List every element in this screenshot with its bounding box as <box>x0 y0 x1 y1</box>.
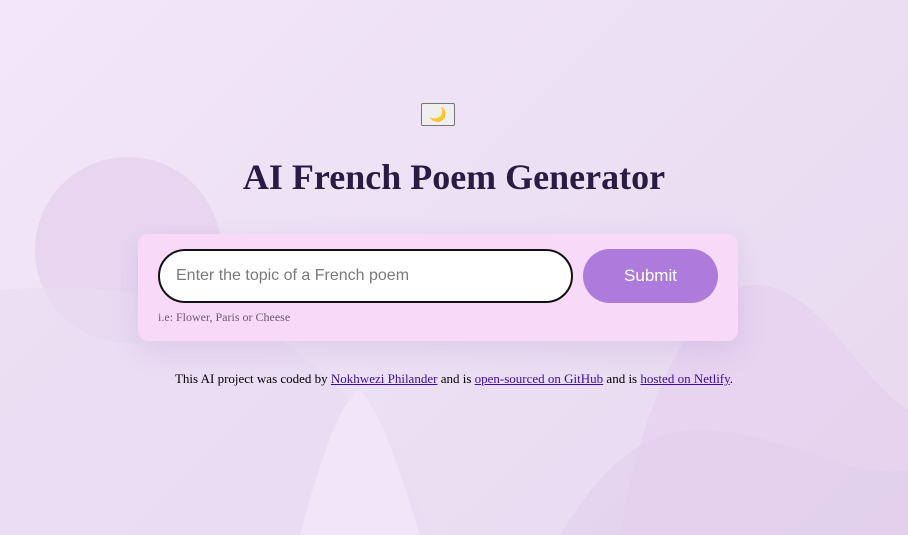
footer-suffix: . <box>729 371 734 386</box>
footer-middle-2: and is <box>603 371 641 386</box>
submit-button[interactable]: Submit <box>583 249 718 303</box>
footer: This AI project was coded by Nokhwezi Ph… <box>0 371 908 387</box>
input-hint: i.e: Flower, Paris or Cheese <box>158 310 291 324</box>
poem-form: Submit i.e: Flower, Paris or Cheese <box>138 234 738 341</box>
github-link[interactable]: open-sourced on GitHub <box>475 371 604 386</box>
netlify-link[interactable]: hosted on Netlify <box>640 371 729 386</box>
topic-input[interactable] <box>158 249 573 303</box>
footer-middle-1: and is <box>437 371 475 386</box>
author-link[interactable]: Nokhwezi Philander <box>331 371 438 386</box>
theme-toggle-button[interactable]: 🌙 <box>421 103 455 126</box>
page-content: 🌙 AI French Poem Generator Submit i.e: F… <box>0 0 908 535</box>
footer-prefix: This AI project was coded by <box>174 371 331 386</box>
moon-icon: 🌙 <box>429 106 447 123</box>
page-title: AI French Poem Generator <box>242 157 666 197</box>
